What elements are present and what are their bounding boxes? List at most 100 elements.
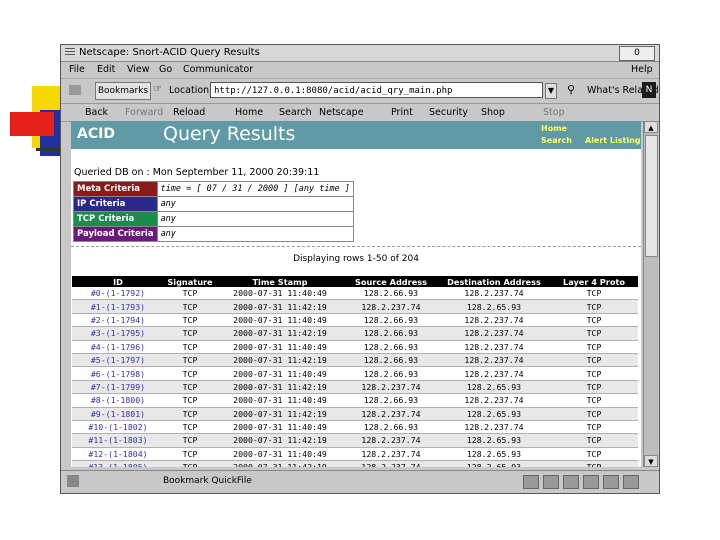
alert-id-link[interactable]: #4-(1-1796) bbox=[72, 340, 164, 354]
criteria-label: Payload Criteria bbox=[73, 226, 158, 242]
table-row: #4-(1-1796) TCP 2000-07-31 11:40:49 128.2.6… bbox=[72, 340, 638, 354]
table-cell: 128.2.65.93 bbox=[438, 433, 550, 448]
table-row: #7-(1-1799) TCP 2000-07-31 11:42:19 128.2.2… bbox=[72, 380, 638, 395]
table-row: #8-(1-1800) TCP 2000-07-31 11:40:49 128.2.6… bbox=[72, 393, 638, 408]
composer-icon[interactable] bbox=[603, 475, 619, 489]
alert-id-link[interactable]: #10-(1-1802) bbox=[72, 420, 164, 435]
menu-communicator[interactable]: Communicator bbox=[183, 62, 253, 78]
component-icon-1[interactable] bbox=[523, 475, 539, 489]
newsgroup-icon[interactable] bbox=[583, 475, 599, 489]
table-row: #2-(1-1794) TCP 2000-07-31 11:40:49 128.2.6… bbox=[72, 313, 638, 328]
criteria-value: time = [ 07 / 31 / 2000 ] [any time ] bbox=[156, 181, 354, 197]
alert-id-link[interactable]: #2-(1-1794) bbox=[72, 313, 164, 328]
location-label: Location: bbox=[169, 85, 213, 96]
criteria-value: any bbox=[156, 226, 354, 242]
home-link[interactable]: Home bbox=[541, 124, 567, 133]
alert-id-link[interactable]: #3-(1-1795) bbox=[72, 326, 164, 341]
scroll-down-icon[interactable]: ▼ bbox=[644, 455, 658, 467]
url-dropdown-icon[interactable]: ▼ bbox=[545, 83, 557, 99]
home-button[interactable]: Home bbox=[235, 104, 263, 121]
table-cell: 2000-07-31 11:40:49 bbox=[216, 287, 344, 301]
table-cell: TCP bbox=[550, 407, 638, 421]
column-header[interactable]: ID bbox=[72, 276, 164, 287]
alert-id-link[interactable]: #13-(1-1805) bbox=[72, 460, 164, 467]
divider bbox=[71, 246, 641, 248]
column-header[interactable]: Destination Address bbox=[438, 276, 550, 287]
alert-id-link[interactable]: #0-(1-1792) bbox=[72, 287, 164, 301]
table-cell: 128.2.237.74 bbox=[438, 353, 550, 368]
page-title: Query Results bbox=[163, 123, 296, 145]
component-icon-2[interactable] bbox=[543, 475, 559, 489]
table-cell: TCP bbox=[164, 460, 216, 467]
table-cell: TCP bbox=[550, 340, 638, 354]
table-cell: 128.2.237.74 bbox=[438, 340, 550, 354]
location-icon: ☞ bbox=[153, 84, 162, 95]
table-cell: TCP bbox=[550, 299, 638, 314]
security-lock-icon[interactable] bbox=[67, 475, 79, 487]
print-button[interactable]: Print bbox=[391, 104, 413, 121]
table-cell: 128.2.66.93 bbox=[344, 353, 438, 368]
security-button[interactable]: Security bbox=[429, 104, 468, 121]
table-cell: TCP bbox=[550, 447, 638, 462]
table-cell: 2000-07-31 11:42:19 bbox=[216, 353, 344, 368]
back-button[interactable]: Back bbox=[85, 104, 108, 121]
table-cell: TCP bbox=[550, 287, 638, 301]
toolbar-grip-icon[interactable] bbox=[69, 85, 81, 95]
table-cell: TCP bbox=[164, 287, 216, 301]
bookmarks-button[interactable]: Bookmarks bbox=[95, 82, 151, 100]
table-cell: 2000-07-31 11:42:19 bbox=[216, 460, 344, 467]
alert-id-link[interactable]: #9-(1-1801) bbox=[72, 407, 164, 421]
criteria-table: Meta Criteria time = [ 07 / 31 / 2000 ] [… bbox=[73, 181, 354, 242]
alert-id-link[interactable]: #11-(1-1803) bbox=[72, 433, 164, 448]
table-cell: 128.2.237.74 bbox=[438, 313, 550, 328]
column-header[interactable]: Source Address bbox=[344, 276, 438, 287]
table-cell: 128.2.66.93 bbox=[344, 326, 438, 341]
table-row: #9-(1-1801) TCP 2000-07-31 11:42:19 128.2.2… bbox=[72, 407, 638, 421]
table-cell: TCP bbox=[164, 340, 216, 354]
menu-bar: File Edit View Go Communicator Help bbox=[61, 62, 659, 79]
criteria-value: any bbox=[156, 211, 354, 227]
table-cell: 2000-07-31 11:40:49 bbox=[216, 366, 344, 381]
table-cell: TCP bbox=[164, 407, 216, 421]
table-cell: 128.2.237.74 bbox=[438, 366, 550, 381]
reload-button[interactable]: Reload bbox=[173, 104, 205, 121]
shop-button[interactable]: Shop bbox=[481, 104, 505, 121]
mail-icon[interactable] bbox=[563, 475, 579, 489]
search-button[interactable]: Search bbox=[279, 104, 312, 121]
netscape-button[interactable]: Netscape bbox=[319, 104, 364, 121]
url-field[interactable]: http://127.0.0.1:8080/acid/acid_qry_main… bbox=[210, 82, 543, 98]
window-controls[interactable]: 0 bbox=[619, 46, 655, 61]
table-cell: 128.2.65.93 bbox=[438, 299, 550, 314]
alert-listing-link[interactable]: Alert Listing bbox=[585, 136, 641, 145]
menu-view[interactable]: View bbox=[127, 62, 150, 78]
table-cell: 128.2.65.93 bbox=[438, 380, 550, 395]
search-link[interactable]: Search bbox=[541, 136, 572, 145]
address-book-icon[interactable] bbox=[623, 475, 639, 489]
table-cell: 2000-07-31 11:40:49 bbox=[216, 447, 344, 462]
stop-button[interactable]: Stop bbox=[543, 104, 565, 121]
table-row: #1-(1-1793) TCP 2000-07-31 11:42:19 128.2.2… bbox=[72, 299, 638, 314]
menu-file[interactable]: File bbox=[69, 62, 85, 78]
alert-id-link[interactable]: #1-(1-1793) bbox=[72, 299, 164, 314]
table-cell: TCP bbox=[550, 460, 638, 467]
scroll-thumb[interactable] bbox=[645, 135, 658, 257]
alert-id-link[interactable]: #8-(1-1800) bbox=[72, 393, 164, 408]
menu-go[interactable]: Go bbox=[159, 62, 172, 78]
column-header[interactable]: Layer 4 Proto bbox=[550, 276, 638, 287]
column-header[interactable]: Signature bbox=[164, 276, 216, 287]
table-cell: 128.2.237.74 bbox=[344, 460, 438, 467]
window-menu-icon[interactable] bbox=[65, 48, 75, 57]
alert-id-link[interactable]: #7-(1-1799) bbox=[72, 380, 164, 395]
column-header[interactable]: Time Stamp bbox=[216, 276, 344, 287]
alert-id-link[interactable]: #5-(1-1797) bbox=[72, 353, 164, 368]
table-cell: TCP bbox=[164, 299, 216, 314]
table-row: #12-(1-1804) TCP 2000-07-31 11:40:49 128.2.… bbox=[72, 447, 638, 462]
netscape-logo: N bbox=[642, 82, 656, 98]
forward-button[interactable]: Forward bbox=[125, 104, 163, 121]
alert-id-link[interactable]: #6-(1-1798) bbox=[72, 366, 164, 381]
scroll-up-icon[interactable]: ▲ bbox=[644, 121, 658, 133]
vertical-scrollbar[interactable]: ▲ ▼ bbox=[643, 121, 658, 467]
menu-help[interactable]: Help bbox=[631, 62, 653, 78]
alert-id-link[interactable]: #12-(1-1804) bbox=[72, 447, 164, 462]
menu-edit[interactable]: Edit bbox=[97, 62, 115, 78]
